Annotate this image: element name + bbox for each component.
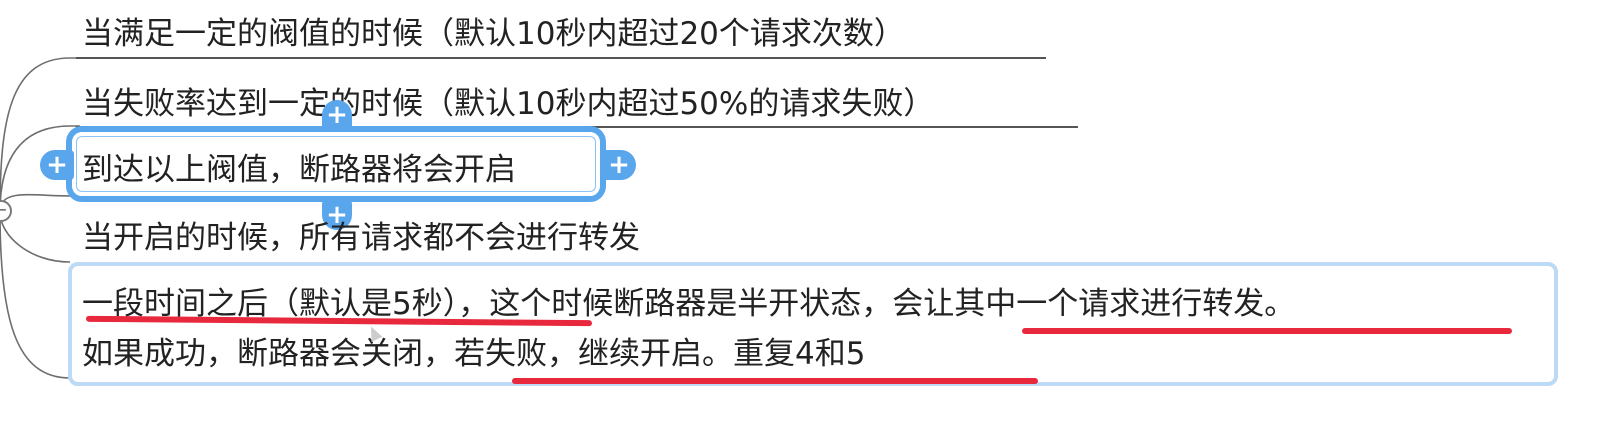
topic-threshold-underline [76,57,1046,59]
add-topic-above-button[interactable]: + [322,100,352,130]
topic-no-forwarding[interactable]: 当开启的时候，所有请求都不会进行转发 [82,218,640,258]
topic-threshold[interactable]: 当满足一定的阀值的时候（默认10秒内超过20个请求次数） [82,14,905,54]
topic-half-open-line2[interactable]: 如果成功，断路器会关闭，若失败，继续开启。重复4和5 [82,334,865,374]
red-underline-2 [1022,328,1512,334]
topic-failure-rate[interactable]: 当失败率达到一定的时候（默认10秒内超过50%的请求失败） [82,84,934,124]
red-underline-3 [512,378,1038,384]
topic-breaker-open[interactable]: 到达以上阀值，断路器将会开启 [82,150,516,190]
add-parent-topic-button[interactable]: + [40,150,74,180]
add-subtopic-button[interactable]: + [602,150,636,180]
